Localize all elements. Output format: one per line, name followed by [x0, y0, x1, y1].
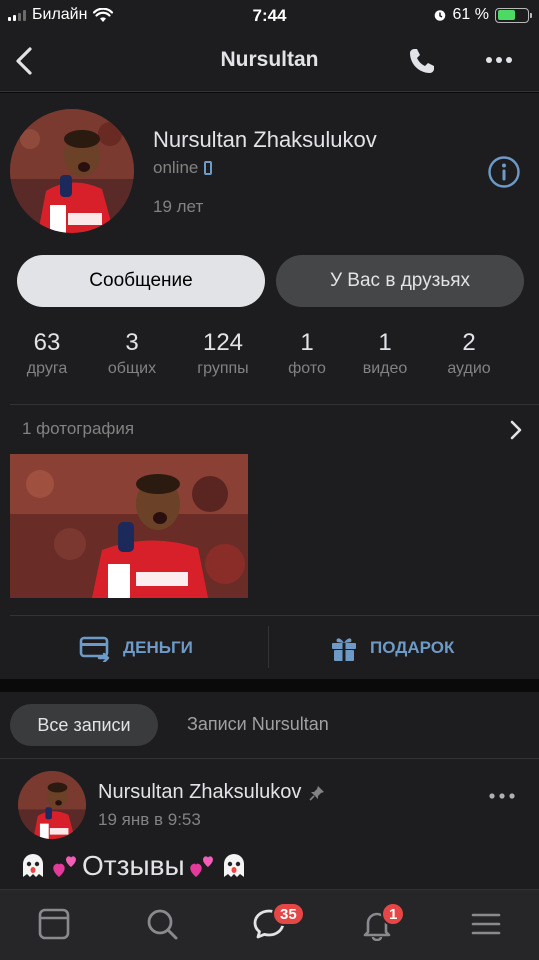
tab-bar: 35 1	[0, 889, 539, 960]
action-separator	[268, 626, 269, 668]
gift-icon	[332, 638, 356, 661]
post-avatar[interactable]	[18, 771, 86, 839]
search-icon[interactable]	[145, 907, 179, 941]
profile-name: Nursultan Zhaksulukov	[153, 127, 377, 152]
counter-value: 2	[462, 329, 476, 356]
alarm-icon	[434, 10, 445, 21]
message-button[interactable]: Сообщение	[17, 255, 265, 307]
counter-groups[interactable]: 124 группы	[178, 329, 268, 378]
status-bar: Билайн 7:44 61 %	[0, 0, 539, 32]
more-icon[interactable]	[488, 789, 516, 803]
counter-audio[interactable]: 2 аудио	[424, 329, 514, 378]
phone-icon[interactable]	[406, 45, 438, 77]
info-icon[interactable]	[487, 155, 521, 189]
notifications-badge: 1	[381, 902, 406, 926]
battery-percent: 61 %	[452, 6, 489, 23]
divider	[10, 615, 539, 616]
more-icon[interactable]	[484, 50, 514, 70]
pin-icon	[309, 785, 325, 801]
post-date: 19 янв в 9:53	[98, 810, 201, 829]
photo-thumbnail[interactable]	[10, 454, 248, 598]
money-label: ДЕНЬГИ	[123, 638, 193, 657]
counter-label: аудио	[447, 360, 491, 377]
counter-label: видео	[362, 360, 408, 377]
mobile-icon	[204, 161, 213, 175]
hearts-emoji	[53, 856, 76, 877]
navigation-bar: Nursultan	[0, 32, 539, 92]
counter-value: 1	[300, 329, 314, 356]
photos-header[interactable]: 1 фотография	[22, 419, 134, 439]
ghost-emoji	[223, 854, 244, 877]
profile-age: 19 лет	[153, 197, 204, 216]
post-author[interactable]: Nursultan Zhaksulukov	[98, 781, 325, 804]
divider	[10, 404, 539, 405]
post-text: Отзывы	[18, 850, 249, 882]
news-icon[interactable]	[37, 907, 71, 941]
counter-photos[interactable]: 1 фото	[262, 329, 352, 378]
profile-card: Nursultan Zhaksulukov online 19 лет Сооб…	[0, 93, 539, 679]
online-status: online	[153, 158, 213, 178]
counters: 63 друга 3 общих 124 группы 1 фото 1 вид…	[0, 329, 539, 385]
chevron-right-icon[interactable]	[506, 418, 526, 442]
post-author-name: Nursultan Zhaksulukov	[98, 781, 302, 803]
counter-friends[interactable]: 63 друга	[2, 329, 92, 378]
counter-label: друга	[26, 360, 68, 377]
tab-user-posts[interactable]: Записи Nursultan	[187, 714, 329, 735]
counter-label: общих	[107, 360, 157, 377]
gift-label: ПОДАРОК	[370, 638, 455, 657]
messages-badge: 35	[272, 902, 305, 926]
counter-mutual[interactable]: 3 общих	[87, 329, 177, 378]
hearts-emoji	[189, 856, 213, 877]
friends-button[interactable]: У Вас в друзьях	[276, 255, 524, 307]
counter-value: 63	[33, 329, 61, 356]
avatar[interactable]	[10, 109, 134, 233]
counter-videos[interactable]: 1 видео	[340, 329, 430, 378]
menu-icon[interactable]	[469, 907, 503, 941]
money-button[interactable]: ДЕНЬГИ	[79, 628, 193, 668]
counter-value: 124	[202, 329, 244, 356]
divider	[0, 758, 539, 759]
counter-value: 1	[378, 329, 392, 356]
counter-label: фото	[288, 360, 326, 377]
page-title: Nursultan	[220, 48, 319, 71]
money-icon	[79, 636, 110, 662]
online-label: online	[153, 158, 199, 177]
counter-label: группы	[197, 360, 249, 377]
battery-icon	[495, 7, 532, 23]
ghost-emoji	[23, 854, 43, 877]
counter-value: 3	[125, 329, 139, 356]
battery-group: 61 %	[433, 6, 532, 24]
gift-button[interactable]: ПОДАРОК	[330, 628, 454, 668]
tab-all-posts[interactable]: Все записи	[10, 704, 158, 746]
post-text-label: Отзывы	[82, 850, 185, 881]
wall-section: Все записи Записи Nursultan Nursultan Zh…	[0, 692, 539, 892]
